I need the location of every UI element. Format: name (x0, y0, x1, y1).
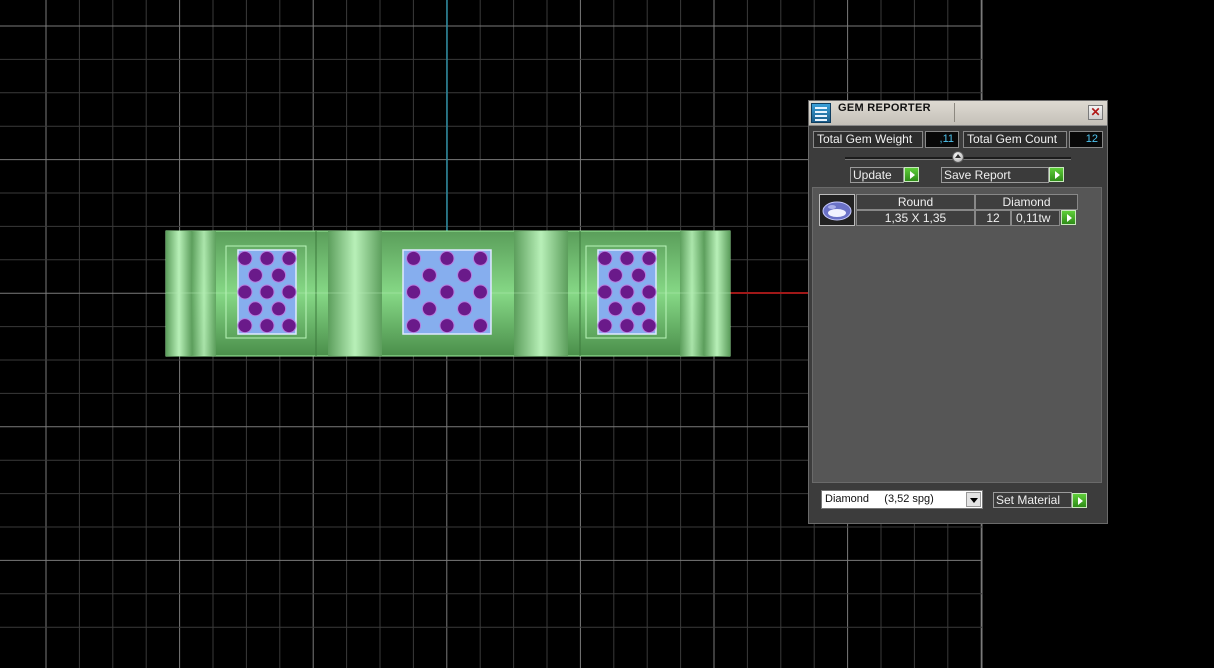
gem-stone (406, 250, 422, 266)
gem-stone (237, 250, 253, 266)
material-select[interactable]: Diamond (3,52 spg) (821, 490, 983, 509)
gem-stone (597, 318, 613, 334)
gem-stone (631, 301, 647, 317)
close-icon[interactable]: ✕ (1088, 105, 1103, 120)
gem-stone (247, 301, 263, 317)
set-material-button[interactable]: Set Material (993, 492, 1072, 508)
gem-stone (641, 318, 657, 334)
gem-stone (619, 318, 635, 334)
gem-stone (271, 301, 287, 317)
gem-stone (457, 301, 473, 317)
total-gem-weight-value: ,11 (925, 131, 959, 148)
gem-stone (406, 284, 422, 300)
gem-stone (247, 267, 263, 283)
gem-stone (281, 284, 297, 300)
gem-stone (472, 250, 488, 266)
total-gem-count-label: Total Gem Count (963, 131, 1067, 148)
gem-stone (439, 284, 455, 300)
gem-stone (259, 250, 275, 266)
gem-stone (439, 250, 455, 266)
slider-thumb[interactable] (952, 151, 964, 163)
total-gem-weight-label: Total Gem Weight (813, 131, 923, 148)
material-select-value: Diamond (3,52 spg) (825, 493, 934, 505)
gem-stone (607, 267, 623, 283)
gem-stone (421, 301, 437, 317)
gem-stone (281, 250, 297, 266)
gem-stone (271, 267, 287, 283)
chevron-down-icon[interactable] (966, 492, 981, 507)
title-bar[interactable]: GEM REPORTER ✕ (809, 101, 1107, 126)
gem-stone (259, 318, 275, 334)
gem-reporter-icon (811, 103, 831, 123)
table-header-material: Diamond (975, 194, 1078, 210)
gem-size-cell: 1,35 X 1,35 (856, 210, 975, 226)
update-button[interactable]: Update (850, 167, 904, 183)
panel-title: GEM REPORTER (838, 102, 931, 114)
gem-stone (237, 284, 253, 300)
gem-stone (607, 301, 623, 317)
gem-stone (457, 267, 473, 283)
save-report-arrow-icon[interactable] (1049, 167, 1064, 182)
gem-stone (406, 318, 422, 334)
gem-stone (619, 250, 635, 266)
gem-stone (631, 267, 647, 283)
gem-stone (259, 284, 275, 300)
gem-weight-cell: 0,11tw (1011, 210, 1060, 226)
gem-stone (619, 284, 635, 300)
gem-reporter-panel: GEM REPORTER ✕ Total Gem Weight ,11 Tota… (808, 100, 1108, 524)
save-report-button[interactable]: Save Report (941, 167, 1049, 183)
title-divider (954, 103, 955, 122)
gem-stone (439, 318, 455, 334)
gem-stone (281, 318, 297, 334)
gem-stone (597, 284, 613, 300)
gem-stone (641, 284, 657, 300)
gem-stone (472, 284, 488, 300)
gem-stone (237, 318, 253, 334)
gem-stone (641, 250, 657, 266)
gem-stone (421, 267, 437, 283)
ring-model[interactable] (165, 230, 731, 357)
table-header-shape: Round (856, 194, 975, 210)
gem-list: Round Diamond 1,35 X 1,35 12 0,11tw (812, 187, 1102, 483)
set-material-arrow-icon[interactable] (1072, 493, 1087, 508)
gem-stone (472, 318, 488, 334)
gem-stone (597, 250, 613, 266)
row-arrow-icon[interactable] (1061, 210, 1076, 225)
gem-count-cell: 12 (975, 210, 1011, 226)
round-gem-icon[interactable] (819, 194, 855, 226)
update-arrow-icon[interactable] (904, 167, 919, 182)
total-gem-count-value: 12 (1069, 131, 1103, 148)
